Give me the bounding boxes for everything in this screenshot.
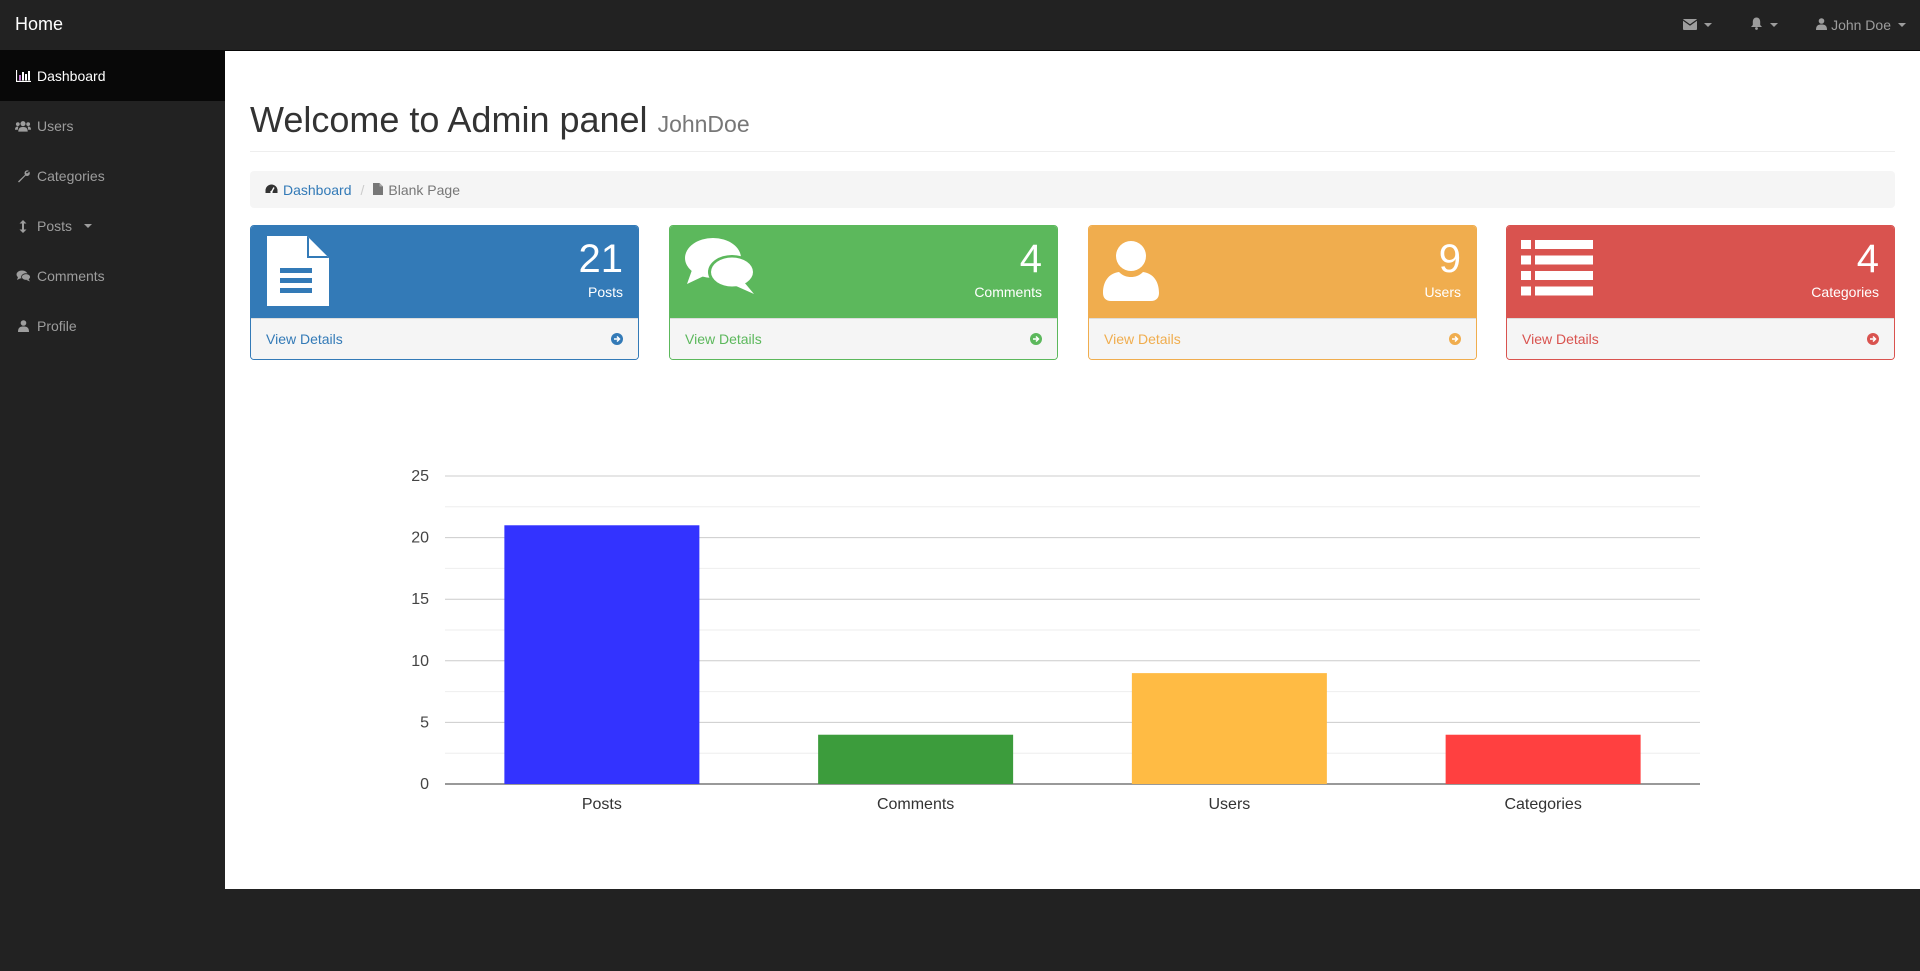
sidebar-item-label: Dashboard <box>37 68 106 84</box>
brand-link[interactable]: Home <box>15 14 63 35</box>
bar-users <box>1131 673 1327 784</box>
y-tick-label: 0 <box>420 776 429 793</box>
chevron-down-icon <box>84 224 93 228</box>
chevron-down-icon <box>1898 23 1906 27</box>
sidebar-item-users[interactable]: Users <box>0 101 225 151</box>
alerts-dropdown[interactable] <box>1750 17 1779 33</box>
y-tick-label: 10 <box>411 653 429 670</box>
x-tick-label: Posts <box>582 796 622 813</box>
y-tick-label: 15 <box>411 591 429 608</box>
bar-comments <box>818 734 1014 784</box>
arrows-v-icon <box>15 219 31 233</box>
user-name: John Doe <box>1831 17 1891 33</box>
y-tick-label: 25 <box>411 468 429 485</box>
sidebar-item-profile[interactable]: Profile <box>0 301 225 351</box>
bar-chart: 0 5 10 15 20 25 Posts Comments Users Categories <box>411 468 1700 813</box>
bar-posts <box>504 525 700 784</box>
user-dropdown[interactable]: John Doe <box>1816 17 1906 33</box>
bar-categories <box>1445 734 1641 784</box>
wrench-icon <box>15 169 31 183</box>
bottom-area <box>0 889 1920 971</box>
sidebar-item-categories[interactable]: Categories <box>0 151 225 201</box>
main-content: Welcome to Admin panel JohnDoe Dashboard… <box>225 51 1920 889</box>
sidebar: Dashboard Users Categories Posts Comment… <box>0 51 225 351</box>
user-icon <box>1816 17 1828 33</box>
chevron-down-icon <box>1770 23 1779 27</box>
sidebar-item-label: Users <box>37 118 74 134</box>
y-tick-label: 5 <box>420 714 429 731</box>
users-icon <box>15 120 31 132</box>
bar-chart-icon <box>15 70 31 82</box>
messages-dropdown[interactable] <box>1682 17 1713 33</box>
sidebar-item-label: Categories <box>37 168 105 184</box>
x-tick-label: Users <box>1208 796 1250 813</box>
y-tick-label: 20 <box>411 530 429 547</box>
envelope-icon <box>1682 17 1698 33</box>
x-tick-label: Categories <box>1504 796 1581 813</box>
sidebar-item-label: Comments <box>37 268 105 284</box>
sidebar-item-label: Posts <box>37 218 73 234</box>
comments-icon <box>15 270 31 282</box>
x-tick-label: Comments <box>877 796 954 813</box>
chevron-down-icon <box>1704 23 1713 27</box>
sidebar-item-dashboard[interactable]: Dashboard <box>0 51 225 101</box>
user-icon <box>15 320 31 332</box>
sidebar-item-label: Profile <box>37 318 77 334</box>
sidebar-item-posts[interactable]: Posts <box>0 201 225 251</box>
sidebar-item-comments[interactable]: Comments <box>0 251 225 301</box>
bell-icon <box>1750 17 1763 33</box>
navbar-right: John Doe <box>1682 17 1906 33</box>
top-navbar: Home John Doe <box>0 0 1920 51</box>
